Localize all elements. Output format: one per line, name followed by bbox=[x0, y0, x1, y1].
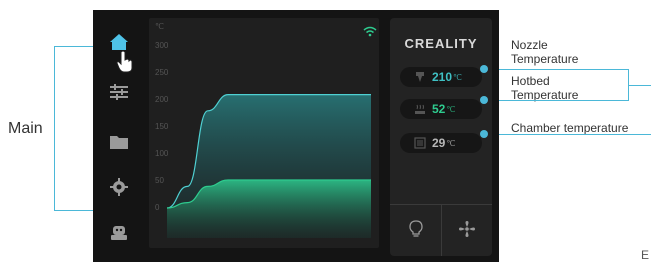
main-label: Main bbox=[8, 120, 43, 137]
light-button[interactable] bbox=[390, 216, 441, 246]
chamber-connector bbox=[486, 134, 651, 135]
nozzle-temp-unit: ℃ bbox=[453, 72, 463, 82]
light-bulb-icon bbox=[408, 219, 424, 243]
brand-logo: CREALITY bbox=[404, 36, 478, 51]
sidebar bbox=[93, 10, 145, 262]
hotbed-icon bbox=[414, 103, 426, 115]
chamber-temp-pill[interactable]: 29 ℃ bbox=[400, 133, 482, 153]
hotbed-connector bbox=[486, 100, 628, 101]
printer-screen: ℃ 300 250 200 150 100 50 0 CREALITY 210 … bbox=[93, 10, 499, 262]
chamber-temperature-label: Chamber temperature bbox=[511, 121, 629, 135]
gear-icon[interactable] bbox=[107, 175, 131, 199]
hotbed-temp-value: 52 bbox=[432, 102, 446, 116]
chamber-temp-unit: ℃ bbox=[446, 138, 456, 148]
status-panel: CREALITY 210 ℃ 52 ℃ 29 ℃ bbox=[390, 18, 492, 256]
folder-icon[interactable] bbox=[107, 130, 131, 154]
fan-icon bbox=[458, 220, 476, 243]
corner-letter: E bbox=[641, 248, 650, 262]
temperature-chart: ℃ 300 250 200 150 100 50 0 bbox=[149, 18, 379, 248]
pointer-hand-icon bbox=[115, 50, 135, 79]
nozzle-temp-value: 210 bbox=[432, 70, 453, 84]
nozzle-icon bbox=[414, 71, 426, 83]
settings-sliders-icon[interactable] bbox=[107, 80, 131, 104]
hotbed-temp-unit: ℃ bbox=[446, 104, 456, 114]
nozzle-temperature-label: Nozzle Temperature bbox=[511, 38, 579, 66]
hotbed-temp-pill[interactable]: 52 ℃ bbox=[400, 99, 482, 119]
hotbed-temperature-label: Hotbed Temperature bbox=[511, 74, 579, 102]
nozzle-temp-pill[interactable]: 210 ℃ bbox=[400, 67, 482, 87]
fan-button[interactable] bbox=[441, 216, 492, 246]
bracket-out-right bbox=[628, 85, 651, 86]
main-bracket-vertical bbox=[54, 46, 55, 211]
chamber-icon bbox=[414, 137, 426, 149]
chamber-dot bbox=[480, 130, 488, 138]
hotbed-dot bbox=[480, 96, 488, 104]
robot-icon[interactable] bbox=[107, 220, 131, 244]
chamber-temp-value: 29 bbox=[432, 136, 446, 150]
chart-plot bbox=[166, 94, 371, 238]
nozzle-dot bbox=[480, 65, 488, 73]
nozzle-connector bbox=[486, 69, 628, 70]
